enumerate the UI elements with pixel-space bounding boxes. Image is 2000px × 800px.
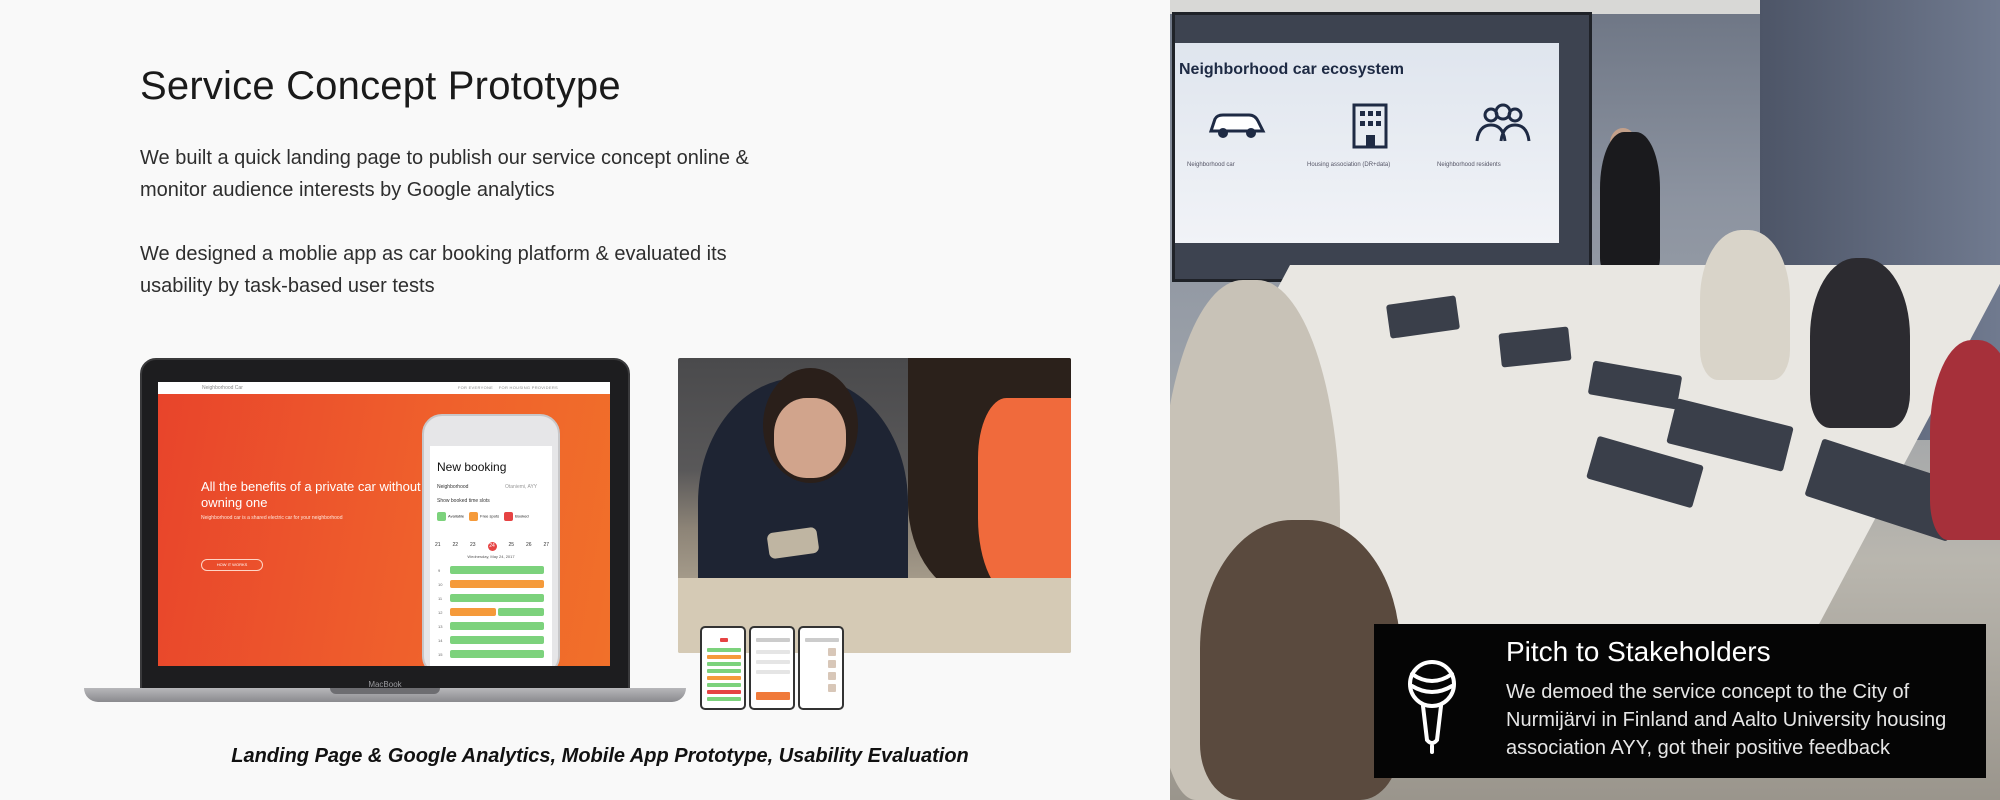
date-cell: 27 — [543, 542, 549, 548]
nav-item-everyone: FOR EVERYONE — [457, 385, 494, 390]
presenter — [1600, 132, 1660, 272]
legend-free: Free spots — [469, 512, 499, 521]
prototype-caption: Landing Page & Google Analytics, Mobile … — [231, 745, 969, 767]
hour-labels: 9 10 11 12 13 14 15 — [438, 568, 443, 657]
nav-item-housing: FOR HOUSING PROVIDERS — [498, 385, 558, 390]
time-slot — [450, 622, 544, 630]
app-screen-thumb — [749, 626, 795, 710]
selected-date-label: Wednesday, May 24, 2017 — [467, 554, 515, 559]
date-cell: 21 — [435, 542, 441, 548]
date-cell: 26 — [525, 542, 532, 548]
pitch-title: Pitch to Stakeholders — [1506, 636, 1771, 667]
booking-screen: New booking Neighborhood Otaniemi, AYY S… — [430, 446, 552, 666]
attendee — [1930, 340, 2000, 540]
date-cell-selected: 24 — [487, 542, 497, 551]
phone-mockup: New booking Neighborhood Otaniemi, AYY S… — [422, 414, 560, 666]
attendee — [1810, 258, 1910, 428]
laptop-lid: Neighborhood Car FOR EVERYONE FOR HOUSIN… — [140, 358, 630, 693]
service-concept-section: Service Concept Prototype We built a qui… — [0, 0, 1170, 800]
neighborhood-label: Neighborhood — [437, 484, 469, 490]
booking-title: New booking — [437, 460, 507, 474]
time-slot — [450, 650, 544, 658]
microphone-icon — [1396, 654, 1468, 754]
people-icon — [1471, 103, 1535, 159]
time-slot — [498, 608, 544, 616]
car-icon — [1205, 103, 1269, 159]
legend-available: Available — [437, 512, 464, 521]
time-slot — [450, 636, 544, 644]
usability-test-photo — [678, 358, 1071, 653]
app-screen-thumb — [798, 626, 844, 710]
facilitator-shirt — [978, 398, 1071, 598]
date-row: 21 22 23 24 25 26 27 — [435, 542, 549, 551]
legend-booked: Booked — [504, 512, 529, 521]
landing-nav-bar: Neighborhood Car FOR EVERYONE FOR HOUSIN… — [158, 382, 610, 394]
pitch-description: We demoed the service concept to the Cit… — [1506, 681, 1947, 759]
how-it-works-button: HOW IT WORKS — [201, 559, 263, 571]
attendee — [1200, 520, 1400, 800]
time-slot — [450, 594, 544, 602]
landing-page-description: We built a quick landing page to publish… — [140, 147, 749, 201]
neighborhood-value: Otaniemi, AYY — [505, 484, 538, 490]
presentation-slide: Neighborhood car ecosystem Neighborhood … — [1175, 43, 1559, 243]
site-name: Neighborhood Car — [202, 385, 243, 391]
laptop-brand: MacBook — [368, 680, 402, 689]
hero-subtext: Neighborhood car is a shared electric ca… — [201, 515, 343, 521]
time-slot — [450, 580, 544, 588]
slide-col-residents: Neighborhood residents — [1437, 162, 1501, 168]
laptop — [1498, 326, 1572, 368]
time-slot — [450, 566, 544, 574]
page-title: Service Concept Prototype — [140, 64, 621, 108]
date-cell: 22 — [452, 542, 459, 548]
landing-page-screen: Neighborhood Car FOR EVERYONE FOR HOUSIN… — [158, 382, 610, 666]
slide-col-housing: Housing association (DR+data) — [1307, 162, 1391, 168]
site-nav: FOR EVERYONE FOR HOUSING PROVIDERS — [458, 385, 558, 390]
mobile-app-description: We designed a moblie app as car booking … — [140, 243, 727, 297]
pitch-caption-box: Pitch to Stakeholders We demoed the serv… — [1374, 624, 1986, 778]
participant-face — [774, 398, 846, 478]
show-booked-label: Show booked time slots — [437, 498, 490, 504]
date-cell: 25 — [508, 542, 514, 548]
app-screen-thumb — [700, 626, 746, 710]
slot-legend: Available Free spots Booked — [437, 512, 549, 521]
date-cell: 23 — [470, 542, 476, 548]
hero-heading: All the benefits of a private car withou… — [201, 479, 421, 510]
building-icon — [1348, 103, 1392, 159]
slide-col-car: Neighborhood car — [1187, 162, 1235, 168]
slide-icons — [1205, 103, 1535, 159]
neighborhood-row: Neighborhood Otaniemi, AYY — [437, 484, 537, 490]
time-slot — [450, 608, 496, 616]
attendee — [1700, 230, 1790, 380]
app-screens-thumbnails — [700, 626, 844, 710]
laptop-mockup: Neighborhood Car FOR EVERYONE FOR HOUSIN… — [84, 358, 686, 708]
slide-title: Neighborhood car ecosystem — [1179, 61, 1404, 78]
stakeholder-pitch-photo: Neighborhood car ecosystem Neighborhood … — [1170, 0, 2000, 800]
projection-screen: Neighborhood car ecosystem Neighborhood … — [1172, 12, 1592, 282]
